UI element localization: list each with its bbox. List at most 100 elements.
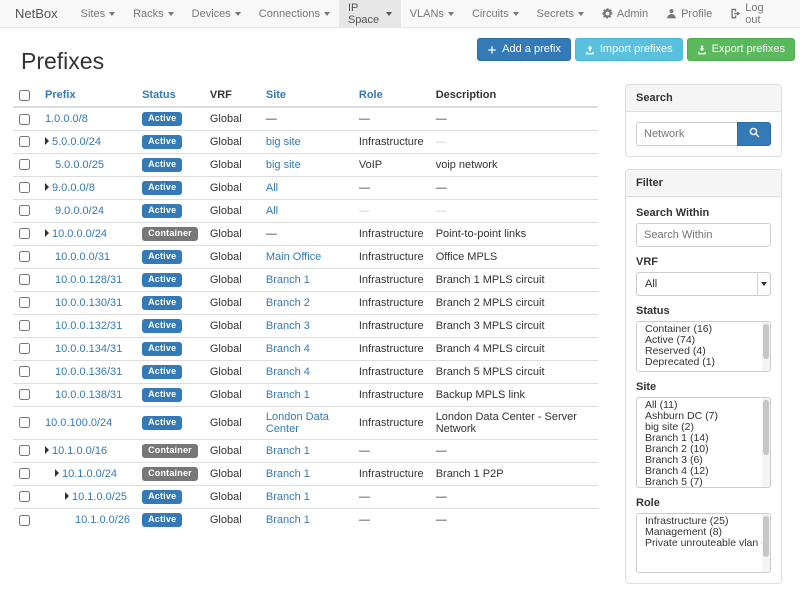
site-link[interactable]: London Data Center [266, 411, 329, 435]
column-sort-link[interactable]: Status [142, 89, 176, 101]
listbox-option[interactable]: Management (8) [637, 527, 770, 538]
search-input[interactable] [636, 122, 737, 146]
site-scroll-thumb[interactable] [763, 400, 769, 455]
listbox-option[interactable]: Infrastructure (25) [637, 516, 770, 527]
nav-item-sites[interactable]: Sites [72, 0, 124, 27]
nav-item-secrets[interactable]: Secrets [528, 0, 593, 27]
row-checkbox[interactable] [19, 468, 30, 479]
site-cell: — [260, 107, 353, 130]
prefix-link[interactable]: 10.1.0.0/25 [72, 491, 127, 503]
status-scroll-thumb[interactable] [763, 324, 769, 359]
prefix-link[interactable]: 10.0.0.132/31 [55, 320, 122, 332]
brand-link[interactable]: NetBox [13, 0, 72, 27]
prefix-cell: 10.0.0.128/31 [39, 268, 136, 291]
row-checkbox[interactable] [19, 389, 30, 400]
prefix-link[interactable]: 10.0.0.128/31 [55, 274, 122, 286]
row-checkbox[interactable] [19, 515, 30, 526]
row-checkbox[interactable] [19, 366, 30, 377]
nav-item-racks[interactable]: Racks [124, 0, 183, 27]
site-link[interactable]: Branch 1 [266, 389, 310, 401]
listbox-option[interactable]: Private unrouteable vlan (0) [637, 538, 770, 549]
row-checkbox[interactable] [19, 136, 30, 147]
prefix-link[interactable]: 1.0.0.0/8 [45, 113, 88, 125]
nav-item-connections[interactable]: Connections [250, 0, 339, 27]
site-link[interactable]: Branch 1 [266, 514, 310, 526]
prefix-link[interactable]: 10.1.0.0/16 [52, 445, 107, 457]
site-link[interactable]: big site [266, 159, 301, 171]
site-link[interactable]: Branch 1 [266, 274, 310, 286]
nav-item-log-out[interactable]: Log out [721, 0, 787, 27]
prefix-link[interactable]: 10.0.0.130/31 [55, 297, 122, 309]
row-checkbox[interactable] [19, 159, 30, 170]
nav-item-admin[interactable]: Admin [593, 0, 657, 27]
row-checkbox[interactable] [19, 491, 30, 502]
vrf-value: Global [210, 343, 242, 355]
row-checkbox[interactable] [19, 251, 30, 262]
role-scroll-thumb[interactable] [763, 516, 769, 557]
site-link[interactable]: Branch 4 [266, 366, 310, 378]
prefix-link[interactable]: 10.1.0.0/26 [75, 514, 130, 526]
site-link[interactable]: Main Office [266, 251, 321, 263]
add-a-prefix-button[interactable]: Add a prefix [477, 38, 571, 61]
prefix-link[interactable]: 10.0.100.0/24 [45, 417, 112, 429]
site-link[interactable]: All [266, 205, 278, 217]
row-checkbox[interactable] [19, 417, 30, 428]
listbox-option[interactable]: Deprecated (1) [637, 357, 770, 368]
table-row: 10.0.0.0/24ContainerGlobal—Infrastructur… [13, 222, 598, 245]
nav-item-profile[interactable]: Profile [657, 0, 721, 27]
nav-item-devices[interactable]: Devices [183, 0, 250, 27]
column-sort-link[interactable]: Role [359, 89, 383, 101]
site-link[interactable]: Branch 3 [266, 320, 310, 332]
prefix-cell: 10.1.0.0/25 [39, 485, 136, 508]
role-cell: — [353, 199, 430, 222]
site-link[interactable]: Branch 2 [266, 297, 310, 309]
prefix-link[interactable]: 10.0.0.136/31 [55, 366, 122, 378]
vrf-select[interactable]: All [636, 272, 771, 296]
search-within-input[interactable] [636, 223, 771, 247]
row-checkbox[interactable] [19, 445, 30, 456]
row-checkbox[interactable] [19, 205, 30, 216]
search-button[interactable] [737, 122, 771, 146]
site-link[interactable]: All [266, 182, 278, 194]
prefix-link[interactable]: 5.0.0.0/24 [52, 136, 101, 148]
status-cell: Active [136, 268, 204, 291]
site-link[interactable]: Branch 1 [266, 491, 310, 503]
row-checkbox[interactable] [19, 274, 30, 285]
prefix-link[interactable]: 9.0.0.0/24 [55, 205, 104, 217]
column-sort-link[interactable]: Prefix [45, 89, 76, 101]
nav-item-ip-space[interactable]: IP Space [339, 0, 401, 27]
prefix-cell: 10.0.0.130/31 [39, 291, 136, 314]
row-checkbox[interactable] [19, 343, 30, 354]
status-listbox[interactable]: Container (16)Active (74)Reserved (4)Dep… [636, 321, 771, 372]
description-cell: — [430, 485, 598, 508]
site-link[interactable]: Branch 4 [266, 343, 310, 355]
table-row: 10.1.0.0/24ContainerGlobalBranch 1Infras… [13, 462, 598, 485]
select-all-checkbox[interactable] [19, 90, 30, 101]
site-link[interactable]: Branch 1 [266, 445, 310, 457]
prefix-link[interactable]: 10.0.0.134/31 [55, 343, 122, 355]
column-sort-link[interactable]: Site [266, 89, 286, 101]
gear-icon [602, 8, 613, 19]
site-link[interactable]: Branch 1 [266, 468, 310, 480]
table-row: 10.0.0.136/31ActiveGlobalBranch 4Infrast… [13, 360, 598, 383]
site-listbox[interactable]: All (11)Ashburn DC (7)big site (2)Branch… [636, 397, 771, 488]
row-checkbox[interactable] [19, 114, 30, 125]
role-listbox[interactable]: Infrastructure (25)Management (8)Private… [636, 513, 771, 573]
row-checkbox[interactable] [19, 297, 30, 308]
row-checkbox[interactable] [19, 228, 30, 239]
prefix-link[interactable]: 5.0.0.0/25 [55, 159, 104, 171]
row-checkbox[interactable] [19, 320, 30, 331]
prefix-link[interactable]: 10.0.0.0/24 [52, 228, 107, 240]
prefix-link[interactable]: 10.0.0.0/31 [55, 251, 110, 263]
export-prefixes-button[interactable]: Export prefixes [687, 38, 795, 61]
caret-down-icon [386, 12, 392, 16]
nav-item-circuits[interactable]: Circuits [463, 0, 528, 27]
import-prefixes-button[interactable]: Import prefixes [575, 38, 683, 61]
prefix-link[interactable]: 9.0.0.0/8 [52, 182, 95, 194]
row-checkbox[interactable] [19, 182, 30, 193]
prefix-link[interactable]: 10.1.0.0/24 [62, 468, 117, 480]
prefix-link[interactable]: 10.0.0.138/31 [55, 389, 122, 401]
role-value: Infrastructure [359, 389, 424, 401]
nav-item-vlans[interactable]: VLANs [401, 0, 463, 27]
site-link[interactable]: big site [266, 136, 301, 148]
